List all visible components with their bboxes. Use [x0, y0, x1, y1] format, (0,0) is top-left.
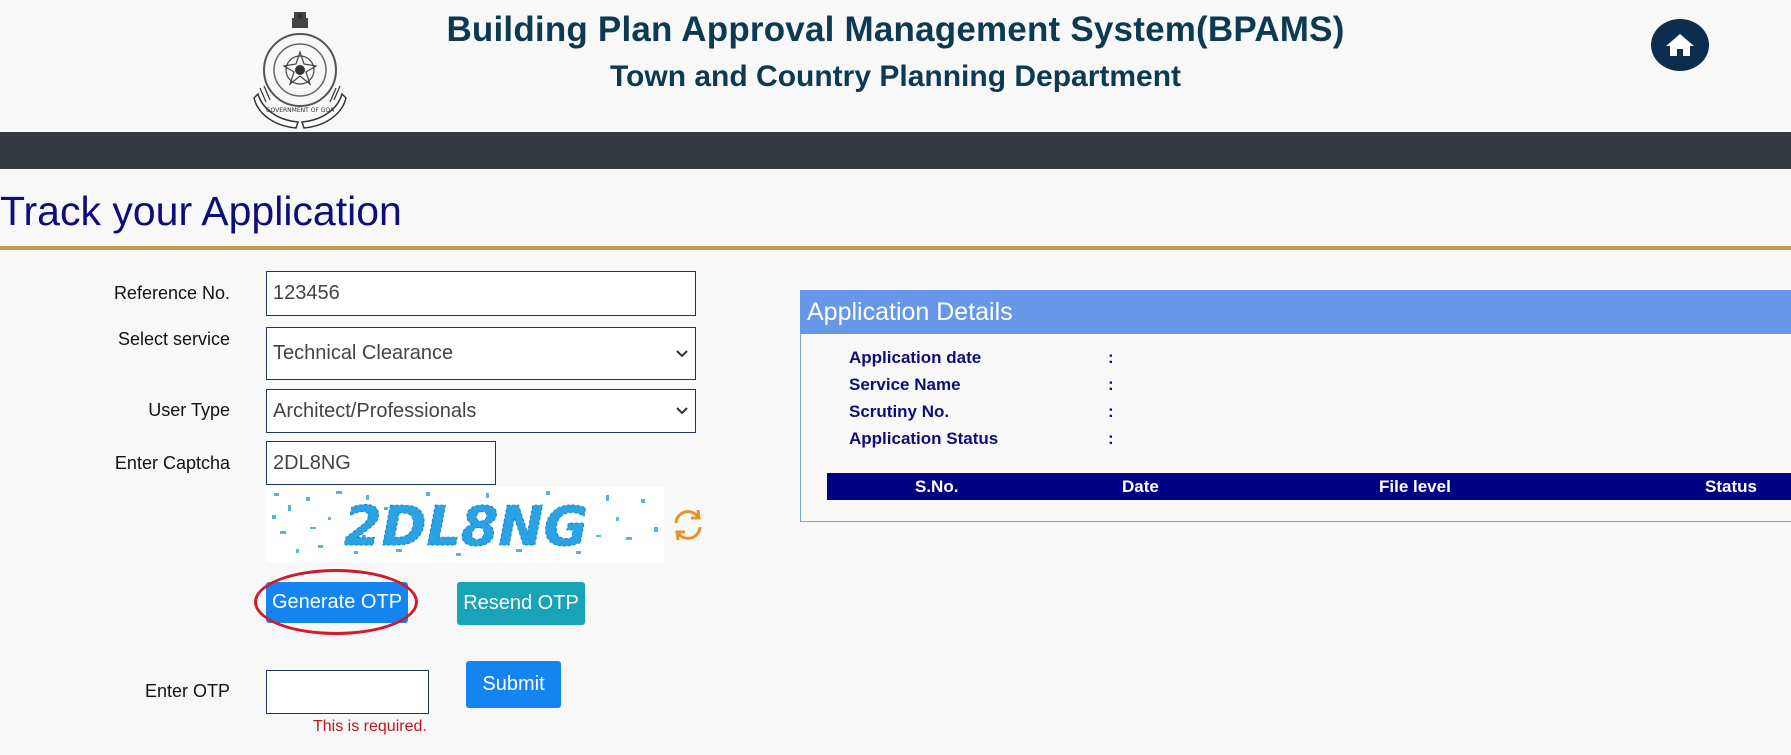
details-table-header: S.No. Date File level Status — [827, 473, 1791, 500]
application-date-value: : — [1108, 348, 1114, 367]
user-type-label: User Type — [148, 400, 230, 420]
resend-otp-button[interactable]: Resend OTP — [457, 582, 585, 625]
scrutiny-no-value: : — [1108, 402, 1114, 421]
reference-label: Reference No. — [113, 283, 230, 303]
service-name-label: Service Name — [849, 375, 961, 394]
service-selected-value: Technical Clearance — [273, 342, 454, 364]
home-icon — [1666, 34, 1694, 56]
user-type-selected-value: Architect/Professionals — [273, 399, 477, 422]
site-subtitle: Town and Country Planning Department — [609, 60, 1182, 93]
otp-error-message: This is required. — [313, 718, 427, 735]
captcha-label: Enter Captcha — [114, 453, 230, 473]
service-name-value: : — [1108, 375, 1114, 394]
chevron-down-icon — [676, 349, 688, 357]
application-date-label: Application date — [849, 348, 982, 367]
navigation-bar — [0, 132, 1791, 169]
captcha-image: 2DL8NG — [266, 487, 664, 562]
submit-button[interactable]: Submit — [466, 661, 561, 708]
service-select[interactable]: Technical Clearance — [266, 327, 696, 380]
application-status-value: : — [1108, 429, 1114, 448]
user-type-select[interactable]: Architect/Professionals — [266, 389, 696, 433]
generate-otp-button[interactable]: Generate OTP — [266, 582, 408, 623]
site-title: Building Plan Approval Management System… — [446, 10, 1345, 49]
column-header-date: Date — [1122, 477, 1159, 496]
service-label: Select service — [117, 329, 230, 349]
scrutiny-no-label: Scrutiny No. — [849, 402, 950, 421]
title-divider — [0, 246, 1791, 250]
refresh-captcha-icon[interactable] — [668, 505, 708, 545]
reference-input[interactable] — [266, 271, 696, 316]
otp-input[interactable] — [266, 670, 429, 714]
column-header-file-level: File level — [1379, 477, 1451, 496]
home-button[interactable] — [1651, 19, 1709, 71]
chevron-down-icon — [676, 407, 688, 415]
captcha-input[interactable] — [266, 441, 496, 485]
column-header-sno: S.No. — [915, 477, 959, 496]
page-title: Track your Application — [0, 188, 402, 234]
emblem-text: GOVERNMENT OF GOA — [266, 107, 335, 114]
application-details-header: Application Details — [800, 290, 1791, 334]
otp-label: Enter OTP — [144, 681, 230, 701]
column-header-status: Status — [1705, 477, 1757, 496]
captcha-text: 2DL8NG — [344, 495, 588, 558]
application-status-label: Application Status — [849, 429, 999, 448]
